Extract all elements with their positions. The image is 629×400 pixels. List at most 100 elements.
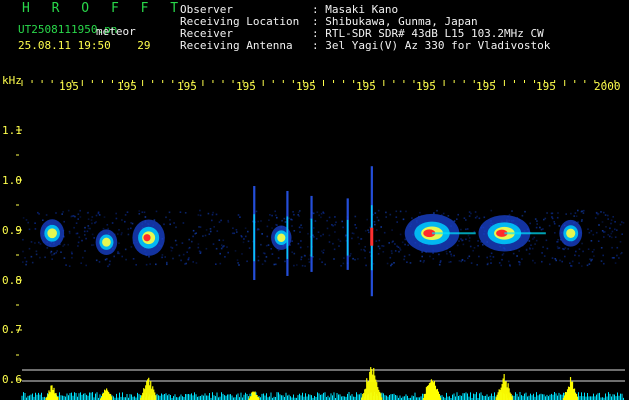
noise-dot <box>561 260 563 263</box>
noise-dot <box>224 256 226 258</box>
noise-dot <box>618 257 620 259</box>
noise-dot <box>354 215 357 218</box>
noise-dot <box>586 264 589 267</box>
noise-dot <box>581 242 583 245</box>
noise-dot <box>35 253 38 256</box>
noise-dot <box>267 244 270 246</box>
noise-dot <box>130 222 132 224</box>
noise-dot <box>411 217 413 219</box>
noise-dot <box>544 217 547 220</box>
noise-dot <box>326 227 329 230</box>
noise-dot <box>474 216 477 219</box>
noise-dot <box>299 231 301 233</box>
noise-dot <box>219 262 222 265</box>
noise-dot <box>22 217 25 219</box>
noise-dot <box>91 244 93 246</box>
noise-dot <box>610 222 612 225</box>
noise-dot <box>276 224 278 226</box>
noise-dot <box>312 212 315 215</box>
noise-dot <box>163 223 165 226</box>
noise-dot <box>145 263 148 266</box>
noise-dot <box>266 225 269 228</box>
noise-dot <box>409 262 412 264</box>
noise-dot <box>301 227 303 229</box>
noise-dot <box>531 247 534 250</box>
noise-dot <box>501 258 503 261</box>
noise-dot <box>173 222 175 224</box>
noise-dot <box>191 240 193 243</box>
noise-dot <box>77 218 79 220</box>
noise-dot <box>334 223 336 226</box>
noise-dot <box>380 226 382 228</box>
noise-dot <box>588 231 591 234</box>
noise-dot <box>222 239 225 242</box>
noise-dot <box>291 240 293 242</box>
noise-dot <box>616 254 618 257</box>
noise-dot <box>127 233 130 236</box>
noise-dot <box>199 251 202 253</box>
noise-dot <box>545 239 548 242</box>
noise-dot <box>433 212 435 214</box>
echo-streak-core <box>253 214 255 262</box>
noise-dot <box>188 257 190 259</box>
noise-dot <box>155 210 158 213</box>
noise-dot <box>605 226 607 228</box>
noise-dot <box>323 249 325 251</box>
noise-dot <box>188 246 191 249</box>
noise-dot <box>171 247 174 249</box>
noise-dot <box>34 222 36 224</box>
noise-dot <box>87 225 90 227</box>
noise-dot <box>556 216 559 219</box>
noise-dot <box>502 252 505 255</box>
noise-dot <box>77 245 79 247</box>
echo-tail <box>432 232 476 235</box>
noise-dot <box>588 263 591 265</box>
noise-dot <box>221 244 223 246</box>
noise-dot <box>83 230 86 233</box>
noise-dot <box>448 261 450 263</box>
noise-dot <box>31 261 34 264</box>
noise-dot <box>541 252 543 254</box>
noise-dot <box>199 209 201 212</box>
noise-dot <box>337 238 340 241</box>
noise-dot <box>587 228 589 230</box>
noise-dot <box>49 252 52 254</box>
noise-dot <box>77 241 80 244</box>
noise-dot <box>354 258 356 261</box>
noise-dot <box>303 254 306 257</box>
noise-dot <box>570 212 572 215</box>
noise-dot <box>39 243 42 245</box>
noise-dot <box>603 262 605 265</box>
noise-dot <box>342 262 345 265</box>
noise-dot <box>407 244 409 246</box>
noise-dot <box>121 232 123 234</box>
noise-dot <box>90 219 93 221</box>
noise-dot <box>511 210 513 212</box>
noise-dot <box>492 256 495 258</box>
noise-dot <box>227 221 230 223</box>
noise-dot <box>535 239 538 242</box>
noise-dot <box>578 248 581 250</box>
noise-dot <box>235 229 238 231</box>
noise-dot <box>218 221 221 223</box>
noise-dot <box>340 265 342 267</box>
noise-dot <box>79 216 82 218</box>
noise-dot <box>395 216 398 218</box>
noise-dot <box>51 258 53 260</box>
noise-dot <box>298 226 301 229</box>
noise-dot <box>124 220 126 223</box>
noise-dot <box>268 219 270 221</box>
noise-dot <box>587 248 590 250</box>
noise-dot <box>78 236 81 239</box>
noise-dot <box>297 211 300 214</box>
noise-dot <box>63 220 65 223</box>
noise-dot <box>52 253 55 256</box>
noise-dot <box>463 260 466 262</box>
noise-dot <box>396 221 398 223</box>
noise-dot <box>472 249 474 252</box>
noise-dot <box>344 235 347 238</box>
echo-hot <box>566 228 576 238</box>
noise-dot <box>243 238 245 240</box>
noise-dot <box>600 211 602 213</box>
noise-dot <box>619 223 622 226</box>
